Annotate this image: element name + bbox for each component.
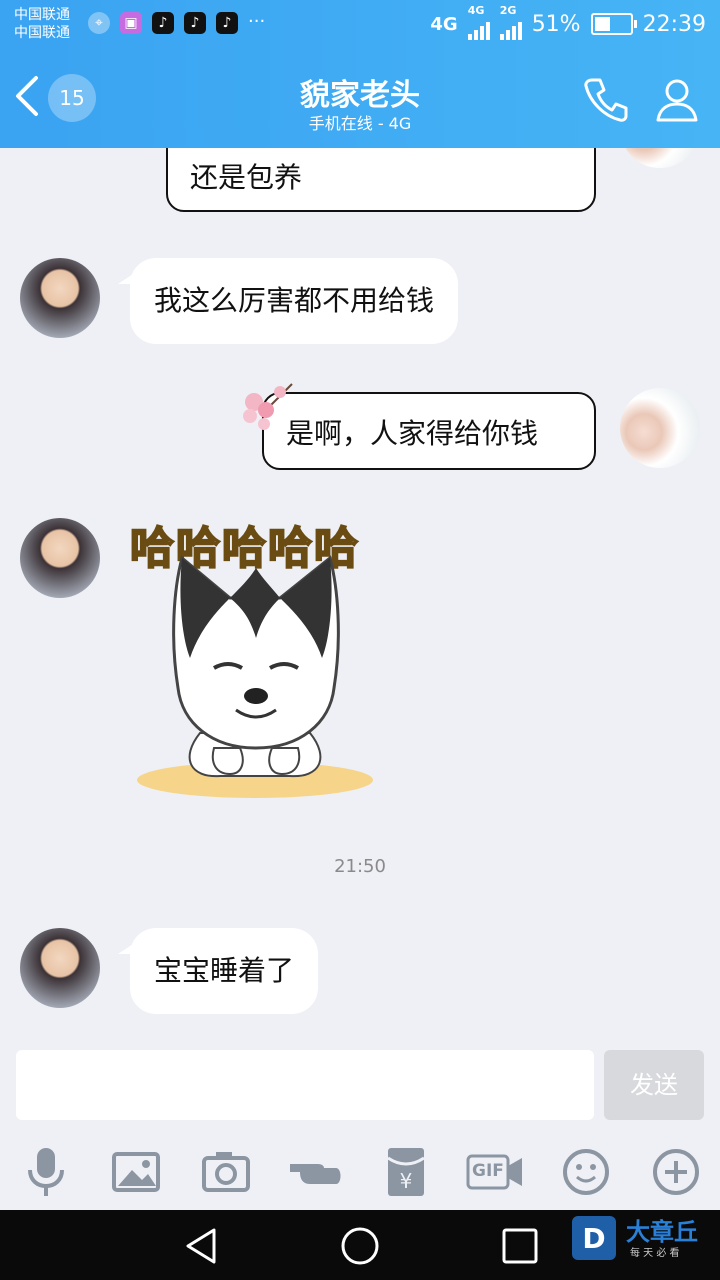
tiktok-icon: ♪	[184, 12, 206, 34]
profile-button[interactable]	[652, 74, 702, 124]
avatar[interactable]	[20, 518, 100, 598]
message-text: 我这么厉害都不用给钱	[154, 284, 435, 317]
message-input[interactable]	[16, 1050, 594, 1120]
message-text: 还是包养	[190, 161, 303, 194]
svg-text:D: D	[582, 1222, 605, 1255]
battery-icon	[590, 13, 637, 35]
tiktok-icon: ♪	[216, 12, 238, 34]
voice-button[interactable]	[18, 1144, 74, 1200]
watermark-brand: 大章丘	[626, 1218, 698, 1246]
carrier-2: 中国联通	[14, 25, 70, 41]
watermark-logo-icon: D	[572, 1216, 616, 1260]
send-button[interactable]: 发送	[604, 1050, 704, 1120]
sent-message-bubble[interactable]: 还是包养	[166, 148, 596, 212]
red-packet-button[interactable]: ¥	[378, 1144, 434, 1200]
square-recents-icon	[502, 1228, 538, 1264]
battery-percent: 51%	[531, 11, 581, 37]
message-text: 是啊，人家得给你钱	[286, 417, 539, 450]
plus-circle-icon	[653, 1149, 699, 1195]
gif-button[interactable]: GIF	[466, 1144, 526, 1200]
phone-icon	[584, 78, 628, 122]
received-message-bubble[interactable]: 宝宝睡着了	[130, 928, 319, 1014]
network-type: 4G	[430, 13, 458, 35]
emoji-button[interactable]	[558, 1144, 614, 1200]
microphone-icon	[28, 1148, 64, 1196]
clock: 22:39	[642, 11, 706, 37]
carrier-1: 中国联通	[14, 7, 70, 23]
avatar[interactable]	[620, 148, 700, 168]
poke-button[interactable]	[288, 1144, 344, 1200]
camera-button[interactable]	[198, 1144, 254, 1200]
camera-icon	[202, 1152, 250, 1192]
notification-icons: ⌖ ▣ ♪ ♪ ♪ ···	[88, 12, 265, 34]
avatar[interactable]	[20, 928, 100, 1008]
avatar[interactable]	[620, 388, 700, 468]
message-text: 宝宝睡着了	[154, 954, 295, 987]
user-icon	[656, 79, 698, 122]
chat-area[interactable]: 还是包养 我这么厉害都不用给钱 是啊，人家得给你钱 哈哈哈哈哈 21:50 宝宝…	[0, 148, 720, 1038]
gif-label: GIF	[472, 1161, 504, 1181]
input-toolbar: ¥ GIF	[0, 1140, 720, 1204]
circle-home-icon	[341, 1227, 379, 1265]
timestamp: 21:50	[334, 856, 386, 877]
status-bar: 中国联通 中国联通 ⌖ ▣ ♪ ♪ ♪ ··· 4G 4G 2G 51% 22:…	[0, 0, 720, 48]
flower-decoration-icon	[243, 383, 293, 430]
more-notifications-icon: ···	[248, 11, 266, 32]
smiley-icon	[563, 1149, 609, 1195]
avatar[interactable]	[20, 258, 100, 338]
signal-2g-icon: 2G	[499, 4, 522, 40]
red-packet-icon: ¥	[387, 1148, 425, 1196]
nav-back-button[interactable]	[180, 1224, 224, 1268]
nav-recents-button[interactable]	[498, 1224, 542, 1268]
triangle-back-icon	[186, 1228, 216, 1264]
svg-text:¥: ¥	[400, 1169, 413, 1193]
call-button[interactable]	[580, 74, 630, 124]
watermark-slogan: 每 天 必 看	[630, 1248, 680, 1259]
signal-4g-icon: 4G	[467, 4, 490, 40]
sent-message-bubble[interactable]: 是啊，人家得给你钱	[262, 392, 596, 470]
system-nav-bar: D 大章丘 每 天 必 看	[0, 1210, 720, 1280]
chat-header: 15 貌家老头 手机在线 - 4G	[0, 48, 720, 148]
nav-home-button[interactable]	[338, 1224, 382, 1268]
carrier-labels: 中国联通 中国联通	[14, 6, 70, 42]
location-icon: ⌖	[88, 12, 110, 34]
more-button[interactable]	[648, 1144, 704, 1200]
husky-sticker[interactable]	[130, 548, 390, 808]
system-indicators: 4G 4G 2G 51% 22:39	[430, 4, 706, 40]
tiktok-icon: ♪	[152, 12, 174, 34]
image-icon	[112, 1152, 160, 1192]
poke-hand-icon	[290, 1164, 341, 1184]
image-button[interactable]	[108, 1144, 164, 1200]
input-bar: 发送 ¥ GIF	[0, 1038, 720, 1210]
gallery-icon: ▣	[120, 12, 142, 34]
received-message-bubble[interactable]: 我这么厉害都不用给钱	[130, 258, 459, 344]
watermark: D 大章丘 每 天 必 看	[570, 1214, 714, 1264]
